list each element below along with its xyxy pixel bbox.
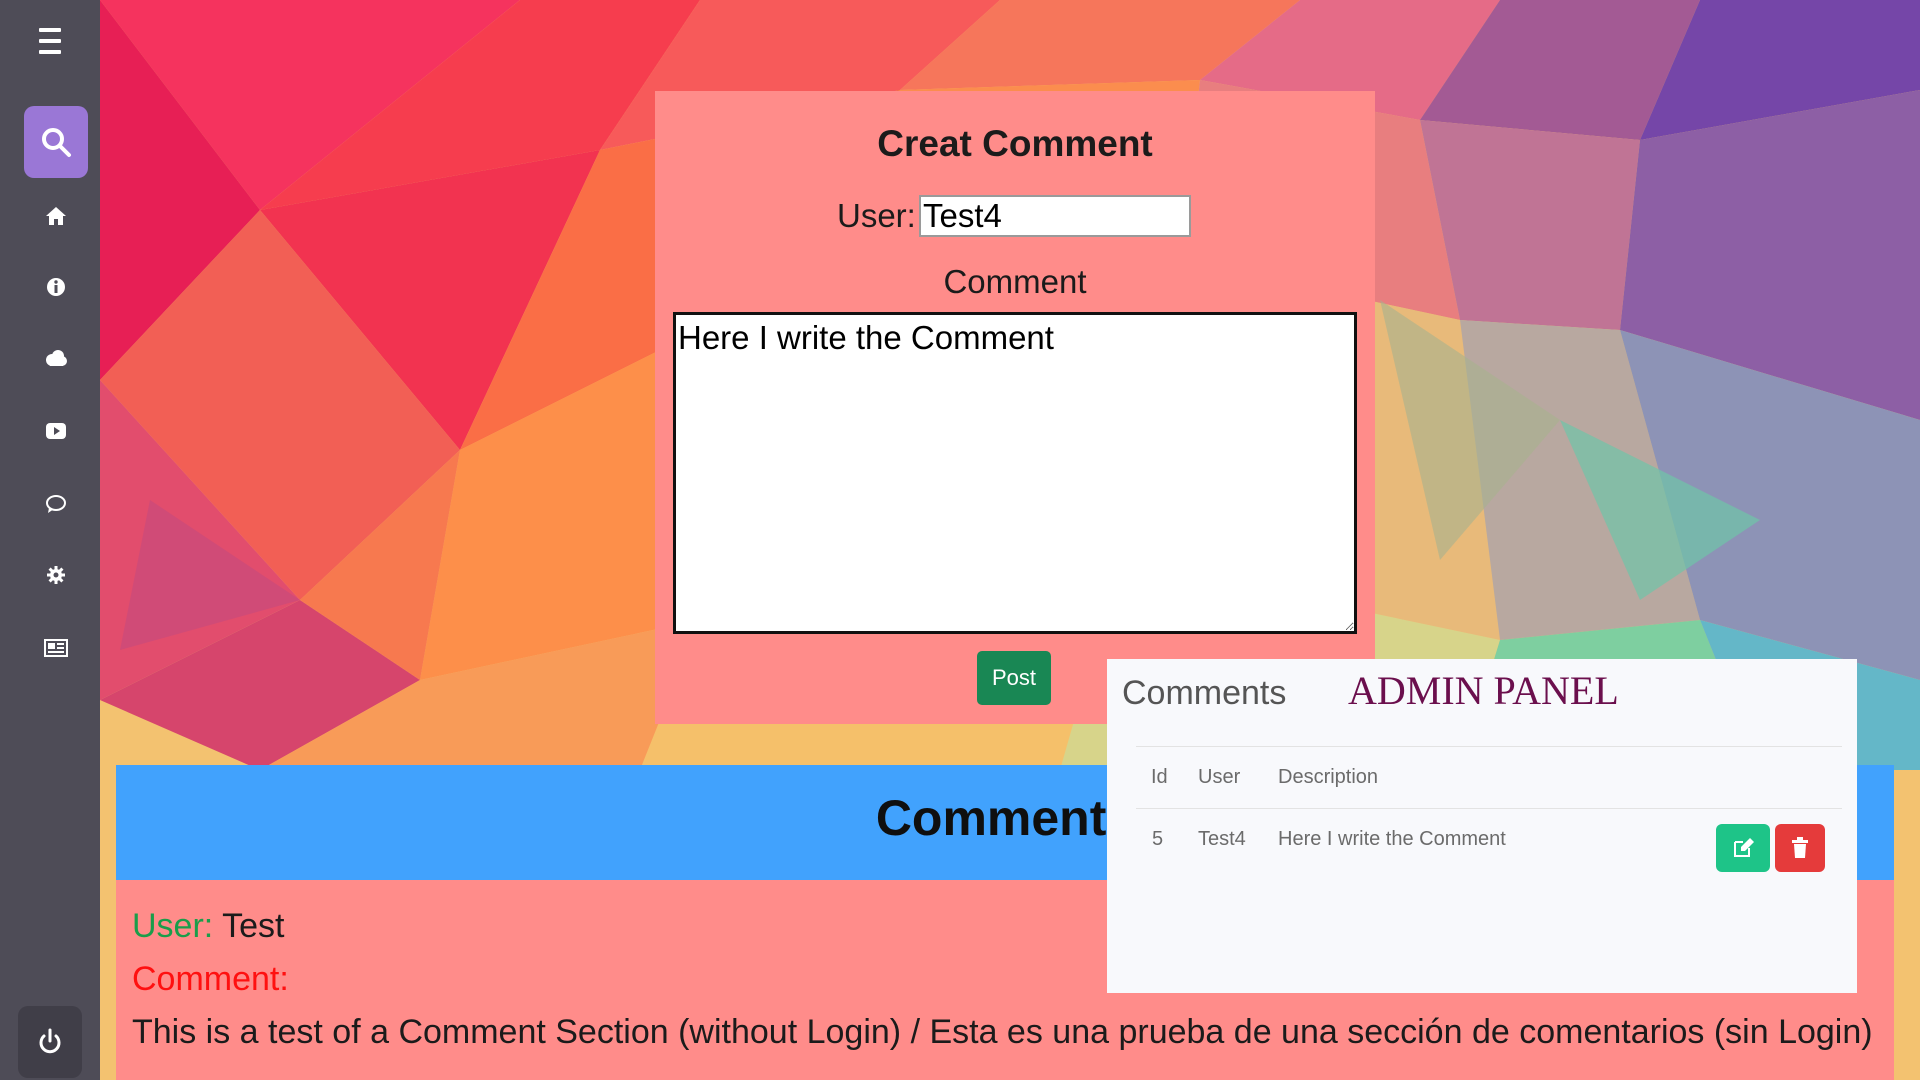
create-comment-title: Creat Comment (877, 123, 1153, 164)
comment-text: This is a test of a Comment Section (wit… (132, 1013, 1873, 1051)
home-icon[interactable] (36, 196, 76, 236)
sidebar (0, 0, 100, 1080)
admin-panel: Comments ADMIN PANEL Id User Description… (1107, 659, 1857, 993)
comment-user-label: User: (132, 907, 214, 945)
column-header-user: User (1198, 766, 1241, 788)
user-row: User: (655, 195, 1375, 239)
admin-panel-title: ADMIN PANEL (1348, 668, 1619, 713)
comment-user: User: Test (132, 907, 284, 946)
edit-icon (1734, 838, 1754, 857)
row-user: Test4 (1198, 828, 1246, 850)
power-icon (39, 1028, 61, 1054)
user-label: User: (837, 197, 916, 234)
create-comment-panel: Creat Comment User: Comment Here I write… (655, 91, 1375, 724)
admin-heading: Comments (1122, 674, 1287, 712)
cloud-icon[interactable] (36, 338, 76, 378)
youtube-icon[interactable] (36, 411, 76, 451)
user-input[interactable] (919, 195, 1191, 237)
admin-divider (1136, 746, 1842, 747)
info-icon[interactable] (36, 267, 76, 307)
edit-button[interactable] (1716, 824, 1770, 872)
comment-text-label: Comment: (132, 960, 289, 998)
comment-user-value: Test (222, 907, 285, 945)
menu-icon[interactable] (30, 28, 70, 54)
admin-divider (1136, 808, 1842, 809)
row-id: 5 (1152, 828, 1164, 850)
column-header-id: Id (1151, 766, 1168, 788)
search-button[interactable] (24, 106, 88, 178)
comment-label: Comment (943, 263, 1087, 300)
power-button[interactable] (18, 1006, 82, 1078)
trash-icon (1792, 837, 1808, 858)
row-description: Here I write the Comment (1278, 828, 1506, 850)
search-icon (42, 128, 71, 157)
post-button[interactable]: Post (977, 651, 1051, 705)
column-header-description: Description (1278, 766, 1379, 788)
comment-textarea[interactable]: Here I write the Comment (673, 312, 1357, 634)
gear-icon[interactable] (36, 555, 76, 595)
chat-icon[interactable] (36, 484, 76, 524)
news-icon[interactable] (36, 628, 76, 668)
delete-button[interactable] (1775, 824, 1825, 872)
